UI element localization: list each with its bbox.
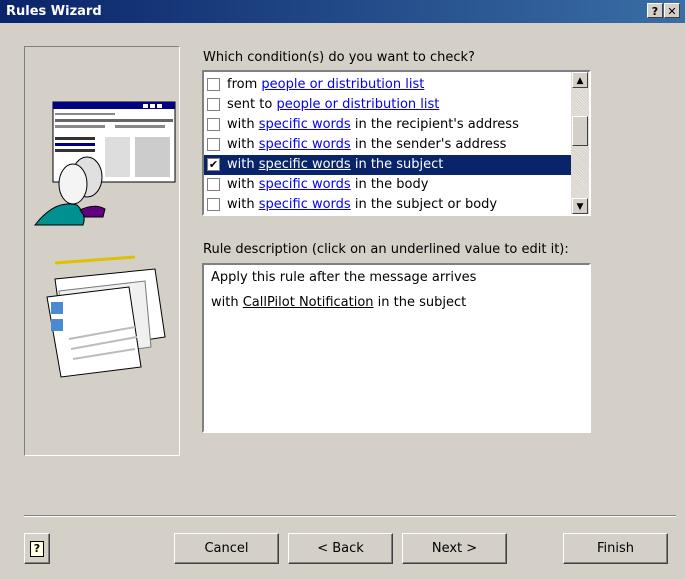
- condition-link[interactable]: specific words: [259, 157, 351, 172]
- condition-link[interactable]: people or distribution list: [261, 77, 424, 92]
- help-icon: ?: [30, 541, 44, 557]
- condition-link[interactable]: specific words: [259, 117, 351, 132]
- checkbox[interactable]: [207, 98, 220, 111]
- checkbox-checked[interactable]: ✔: [207, 158, 220, 171]
- window-title: Rules Wizard: [6, 4, 102, 19]
- condition-link[interactable]: specific words: [259, 197, 351, 212]
- description-label: Rule description (click on an underlined…: [203, 242, 569, 257]
- help-button[interactable]: ?: [24, 533, 50, 564]
- description-line-1: Apply this rule after the message arrive…: [211, 270, 477, 285]
- condition-link[interactable]: specific words: [259, 137, 351, 152]
- list-item[interactable]: with specific words in the sender's addr…: [204, 135, 571, 155]
- condition-link[interactable]: people or distribution list: [276, 97, 439, 112]
- next-button[interactable]: Next >: [402, 533, 507, 564]
- conditions-list[interactable]: from people or distribution list sent to…: [202, 70, 591, 216]
- help-title-button[interactable]: ?: [647, 3, 663, 18]
- title-bar: Rules Wizard ? ✕: [0, 0, 685, 23]
- description-line-2: with CallPilot Notification in the subje…: [211, 295, 467, 310]
- list-item[interactable]: with specific words in the recipient's a…: [204, 115, 571, 135]
- list-item[interactable]: with specific words in the subject or bo…: [204, 195, 571, 215]
- description-value-link[interactable]: CallPilot Notification: [243, 295, 374, 310]
- close-button[interactable]: ✕: [664, 3, 680, 18]
- button-separator: [24, 515, 676, 517]
- scroll-up-icon[interactable]: ▲: [572, 72, 588, 88]
- illustration-panel: [24, 46, 180, 456]
- finish-button[interactable]: Finish: [563, 533, 668, 564]
- folder-illustration: [46, 255, 166, 378]
- list-item[interactable]: from people or distribution list: [204, 75, 571, 95]
- cancel-button[interactable]: Cancel: [174, 533, 279, 564]
- conditions-prompt: Which condition(s) do you want to check?: [203, 50, 475, 65]
- checkbox[interactable]: [207, 198, 220, 211]
- condition-link[interactable]: specific words: [259, 177, 351, 192]
- checkbox[interactable]: [207, 138, 220, 151]
- scroll-thumb[interactable]: [572, 116, 588, 146]
- checkbox[interactable]: [207, 78, 220, 91]
- rule-description-box[interactable]: Apply this rule after the message arrive…: [202, 263, 591, 433]
- checkbox[interactable]: [207, 178, 220, 191]
- checkbox[interactable]: [207, 118, 220, 131]
- back-button[interactable]: < Back: [288, 533, 393, 564]
- vertical-scrollbar[interactable]: ▲ ▼: [571, 72, 589, 214]
- list-item-selected[interactable]: ✔ with specific words in the subject: [204, 155, 571, 175]
- person-illustration: [33, 156, 106, 226]
- scroll-down-icon[interactable]: ▼: [572, 198, 588, 214]
- wizard-illustration: [33, 101, 176, 378]
- list-item[interactable]: sent to people or distribution list: [204, 95, 571, 115]
- list-item[interactable]: with specific words in the body: [204, 175, 571, 195]
